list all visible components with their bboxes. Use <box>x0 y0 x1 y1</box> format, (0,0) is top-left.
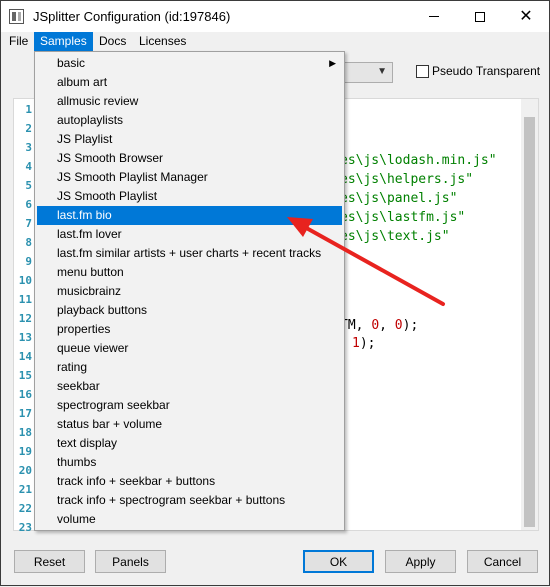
reset-button[interactable]: Reset <box>14 550 85 573</box>
menu-item[interactable]: last.fm similar artists + user charts + … <box>37 244 342 263</box>
pseudo-transparent-checkbox[interactable] <box>416 65 429 78</box>
maximize-button[interactable] <box>457 1 503 32</box>
code-token: 1 <box>352 336 360 351</box>
menu-item[interactable]: JS Smooth Playlist Manager <box>37 168 342 187</box>
menu-item[interactable]: playback buttons <box>37 301 342 320</box>
menu-item[interactable]: autoplaylists <box>37 111 342 130</box>
pseudo-transparent-label: Pseudo Transparent <box>432 64 541 78</box>
ok-button[interactable]: OK <box>303 550 374 573</box>
code-token: 0 <box>371 318 380 333</box>
apply-button[interactable]: Apply <box>385 550 456 573</box>
line-number: 4 <box>25 160 32 173</box>
line-number: 11 <box>18 293 32 306</box>
line-number: 15 <box>18 369 32 382</box>
menu-item[interactable]: seekbar <box>37 377 342 396</box>
menu-item[interactable]: album art <box>37 73 342 92</box>
app-icon <box>9 9 24 24</box>
close-button[interactable]: ✕ <box>503 1 549 32</box>
menu-item[interactable]: volume <box>37 510 342 529</box>
panels-button[interactable]: Panels <box>95 550 166 573</box>
line-number: 16 <box>18 388 32 401</box>
menu-item[interactable]: last.fm lover <box>37 225 342 244</box>
menu-item[interactable]: allmusic review <box>37 92 342 111</box>
code-line: es\js\lastfm.js" <box>340 210 466 225</box>
samples-dropdown-menu: basic ▶ album art allmusic review autopla… <box>34 51 345 531</box>
menu-docs[interactable]: Docs <box>93 32 132 51</box>
code-line: 1); <box>352 336 375 351</box>
menu-item[interactable]: status bar + volume <box>37 415 342 434</box>
line-number: 6 <box>25 198 32 211</box>
panel-type-select[interactable]: ▼ <box>339 62 393 83</box>
close-icon: ✕ <box>519 7 533 25</box>
menu-item[interactable]: rating <box>37 358 342 377</box>
line-number: 19 <box>18 445 32 458</box>
line-number: 12 <box>18 312 32 325</box>
line-number: 2 <box>25 122 32 135</box>
menu-item[interactable]: JS Playlist <box>37 130 342 149</box>
cancel-button[interactable]: Cancel <box>467 550 538 573</box>
code-line: es\js\helpers.js" <box>340 172 474 187</box>
line-number: 18 <box>18 426 32 439</box>
line-number: 14 <box>18 350 32 363</box>
menu-item[interactable]: track info + spectrogram seekbar + butto… <box>37 491 342 510</box>
maximize-icon <box>475 11 485 22</box>
line-number: 17 <box>18 407 32 420</box>
code-line: es\js\text.js" <box>340 229 450 244</box>
line-number: 10 <box>18 274 32 287</box>
minimize-button[interactable] <box>411 1 457 32</box>
menu-item[interactable]: spectrogram seekbar <box>37 396 342 415</box>
line-number: 5 <box>25 179 32 192</box>
menu-bar: File Samples Docs Licenses <box>1 32 549 51</box>
code-line: es\js\lodash.min.js" <box>340 153 497 168</box>
code-line: TM, 0, 0); <box>340 318 418 333</box>
vertical-scrollbar[interactable] <box>521 99 538 530</box>
menu-licenses[interactable]: Licenses <box>133 32 192 51</box>
submenu-arrow-icon: ▶ <box>329 58 336 68</box>
line-number: 21 <box>18 483 32 496</box>
code-token: 0 <box>394 318 403 333</box>
menu-item[interactable]: properties <box>37 320 342 339</box>
window-title: JSplitter Configuration (id:197846) <box>33 9 231 24</box>
menu-item[interactable]: menu button <box>37 263 342 282</box>
menu-item-label: basic <box>57 56 86 70</box>
menu-item[interactable]: JS Smooth Playlist <box>37 187 342 206</box>
line-number-gutter: 1 2 3 4 5 6 7 8 9 10 11 12 13 14 15 16 1… <box>14 99 32 534</box>
code-token: ); <box>359 336 376 351</box>
menu-file[interactable]: File <box>3 32 34 51</box>
line-number: 3 <box>25 141 32 154</box>
line-number: 23 <box>18 521 32 534</box>
menu-item[interactable]: thumbs <box>37 453 342 472</box>
line-number: 8 <box>25 236 32 249</box>
menu-item[interactable]: text display <box>37 434 342 453</box>
title-bar: JSplitter Configuration (id:197846) ✕ <box>1 1 549 32</box>
jsplitter-config-window: JSplitter Configuration (id:197846) ✕ Fi… <box>0 0 550 586</box>
line-number: 20 <box>18 464 32 477</box>
line-number: 1 <box>25 103 32 116</box>
menu-item[interactable]: musicbrainz <box>37 282 342 301</box>
menu-item-selected[interactable]: last.fm bio <box>37 206 342 225</box>
menu-samples[interactable]: Samples <box>34 32 93 51</box>
line-number: 13 <box>18 331 32 344</box>
chevron-down-icon: ▼ <box>377 66 387 77</box>
line-number: 9 <box>25 255 32 268</box>
menu-item-basic[interactable]: basic ▶ <box>37 54 342 73</box>
menu-item[interactable]: JS Smooth Browser <box>37 149 342 168</box>
line-number: 7 <box>25 217 32 230</box>
minimize-icon <box>429 16 439 17</box>
code-line: es\js\panel.js" <box>340 191 458 206</box>
menu-item[interactable]: track info + seekbar + buttons <box>37 472 342 491</box>
line-number: 22 <box>18 502 32 515</box>
code-token: , <box>379 318 395 333</box>
code-token: ); <box>402 318 419 333</box>
scrollbar-thumb[interactable] <box>524 117 535 527</box>
menu-item[interactable]: queue viewer <box>37 339 342 358</box>
